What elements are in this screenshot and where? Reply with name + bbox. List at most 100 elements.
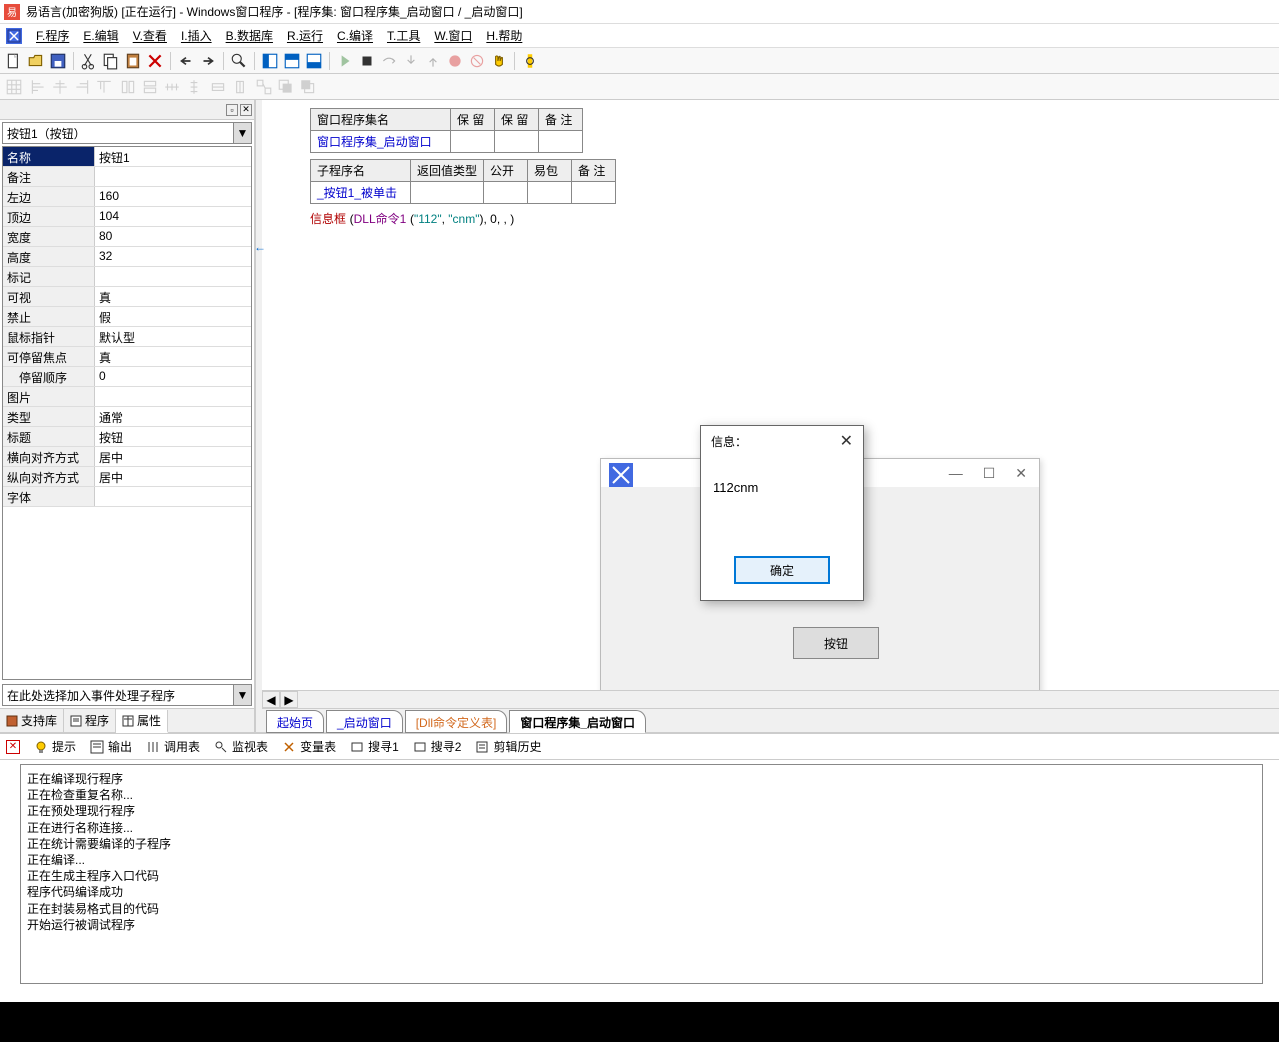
stop-icon[interactable]	[357, 51, 377, 71]
tab-start-window[interactable]: _启动窗口	[326, 710, 403, 733]
code-editor[interactable]: 窗口程序集名 保 留 保 留 备 注 窗口程序集_启动窗口 子程序名 返回值类型…	[262, 100, 1279, 690]
btab-search2[interactable]: 搜寻2	[407, 735, 468, 758]
prop-value[interactable]: 居中	[95, 447, 251, 466]
prop-row[interactable]: 纵向对齐方式居中	[3, 467, 251, 487]
paste-icon[interactable]	[123, 51, 143, 71]
prop-row[interactable]: 类型通常	[3, 407, 251, 427]
code-line[interactable]: 信息框 (DLL命令1 ("112", "cnm"), 0, , )	[310, 210, 1271, 227]
menu-database[interactable]: B.数据库	[220, 24, 279, 47]
prop-row[interactable]: 可视真	[3, 287, 251, 307]
prop-row[interactable]: 鼠标指针默认型	[3, 327, 251, 347]
minimize-button[interactable]: —	[949, 465, 963, 481]
layout1-icon[interactable]	[260, 51, 280, 71]
prop-value[interactable]: 160	[95, 187, 251, 206]
find-icon[interactable]	[229, 51, 249, 71]
cell[interactable]	[495, 131, 539, 153]
btab-watch[interactable]: 监视表	[208, 735, 274, 758]
prop-name[interactable]: 标题	[3, 427, 95, 446]
msgbox-ok-button[interactable]: 确定	[734, 556, 830, 584]
prop-value[interactable]	[95, 267, 251, 286]
properties-grid[interactable]: 名称按钮1备注左边160顶边104宽度80高度32标记可视真禁止假鼠标指针默认型…	[2, 146, 252, 680]
menu-help[interactable]: H.帮助	[480, 24, 528, 47]
cell[interactable]	[528, 182, 572, 204]
prop-row[interactable]: 宽度80	[3, 227, 251, 247]
cell[interactable]	[411, 182, 484, 204]
prop-value[interactable]	[95, 167, 251, 186]
prop-value[interactable]	[95, 387, 251, 406]
prop-value[interactable]: 32	[95, 247, 251, 266]
prop-value[interactable]: 默认型	[95, 327, 251, 346]
prop-name[interactable]: 字体	[3, 487, 95, 506]
panel-close-icon[interactable]: ✕	[6, 740, 20, 754]
prop-value[interactable]: 通常	[95, 407, 251, 426]
scroll-left-icon[interactable]: ◀	[262, 691, 280, 708]
prop-name[interactable]: 纵向对齐方式	[3, 467, 95, 486]
btab-clip[interactable]: 剪辑历史	[469, 735, 547, 758]
prop-row[interactable]: 顶边104	[3, 207, 251, 227]
prop-value[interactable]: 真	[95, 287, 251, 306]
maximize-button[interactable]: ☐	[983, 465, 996, 482]
object-selector-input[interactable]	[3, 123, 233, 143]
menu-insert[interactable]: I.插入	[175, 24, 218, 47]
prop-row[interactable]: 字体	[3, 487, 251, 507]
prop-name[interactable]: 鼠标指针	[3, 327, 95, 346]
prop-row[interactable]: 备注	[3, 167, 251, 187]
menu-edit[interactable]: E.编辑	[77, 24, 124, 47]
panel-pin-icon[interactable]: ▫	[226, 104, 238, 116]
layout2-icon[interactable]	[282, 51, 302, 71]
prop-name[interactable]: 类型	[3, 407, 95, 426]
cell[interactable]	[451, 131, 495, 153]
prop-value[interactable]: 按钮1	[95, 147, 251, 166]
btab-calltable[interactable]: 调用表	[140, 735, 206, 758]
prop-row[interactable]: 图片	[3, 387, 251, 407]
menu-window[interactable]: W.窗口	[428, 24, 478, 47]
save-icon[interactable]	[48, 51, 68, 71]
tab-program[interactable]: 程序	[64, 709, 116, 732]
prop-row[interactable]: 名称按钮1	[3, 147, 251, 167]
hand-icon[interactable]	[489, 51, 509, 71]
prop-value[interactable]: 真	[95, 347, 251, 366]
close-icon[interactable]: ✕	[840, 431, 853, 451]
prop-value[interactable]: 按钮	[95, 427, 251, 446]
output-text[interactable]: 正在编译现行程序 正在检查重复名称... 正在预处理现行程序 正在进行名称连接.…	[20, 764, 1263, 984]
prop-name[interactable]: 图片	[3, 387, 95, 406]
prop-row[interactable]: 左边160	[3, 187, 251, 207]
delete-icon[interactable]	[145, 51, 165, 71]
prop-row[interactable]: 停留顺序0	[3, 367, 251, 387]
cell-class-name[interactable]: 窗口程序集_启动窗口	[311, 131, 451, 153]
prop-name[interactable]: 标记	[3, 267, 95, 286]
prop-value[interactable]: 假	[95, 307, 251, 326]
prop-row[interactable]: 横向对齐方式居中	[3, 447, 251, 467]
cell[interactable]	[484, 182, 528, 204]
event-selector[interactable]: ▼	[2, 684, 252, 706]
prop-name[interactable]: 停留顺序	[3, 367, 95, 386]
cell-sub-name[interactable]: _按钮1_被单击	[311, 182, 411, 204]
prop-value[interactable]: 0	[95, 367, 251, 386]
tab-program-set[interactable]: 窗口程序集_启动窗口	[509, 710, 646, 733]
btab-output[interactable]: 输出	[84, 735, 138, 758]
cell[interactable]	[572, 182, 616, 204]
menu-run[interactable]: R.运行	[281, 24, 329, 47]
menu-compile[interactable]: C.编译	[331, 24, 379, 47]
tab-dll-def[interactable]: [Dll命令定义表]	[405, 710, 508, 733]
close-button[interactable]: ✕	[1015, 465, 1027, 482]
scroll-right-icon[interactable]: ▶	[280, 691, 298, 708]
prop-name[interactable]: 名称	[3, 147, 95, 166]
prop-row[interactable]: 标题按钮	[3, 427, 251, 447]
tab-support-lib[interactable]: 支持库	[0, 709, 64, 732]
menu-tools[interactable]: T.工具	[381, 24, 426, 47]
prop-row[interactable]: 高度32	[3, 247, 251, 267]
prop-name[interactable]: 高度	[3, 247, 95, 266]
prop-name[interactable]: 可停留焦点	[3, 347, 95, 366]
btab-hint[interactable]: 提示	[28, 735, 82, 758]
prop-name[interactable]: 左边	[3, 187, 95, 206]
dropdown-icon[interactable]: ▼	[233, 123, 251, 143]
cut-icon[interactable]	[79, 51, 99, 71]
prop-name[interactable]: 顶边	[3, 207, 95, 226]
btab-search1[interactable]: 搜寻1	[344, 735, 405, 758]
copy-icon[interactable]	[101, 51, 121, 71]
menu-view[interactable]: V.查看	[127, 24, 173, 47]
collapse-arrow-icon[interactable]: ←	[254, 240, 260, 254]
dropdown-icon[interactable]: ▼	[233, 685, 251, 705]
undo-icon[interactable]	[176, 51, 196, 71]
